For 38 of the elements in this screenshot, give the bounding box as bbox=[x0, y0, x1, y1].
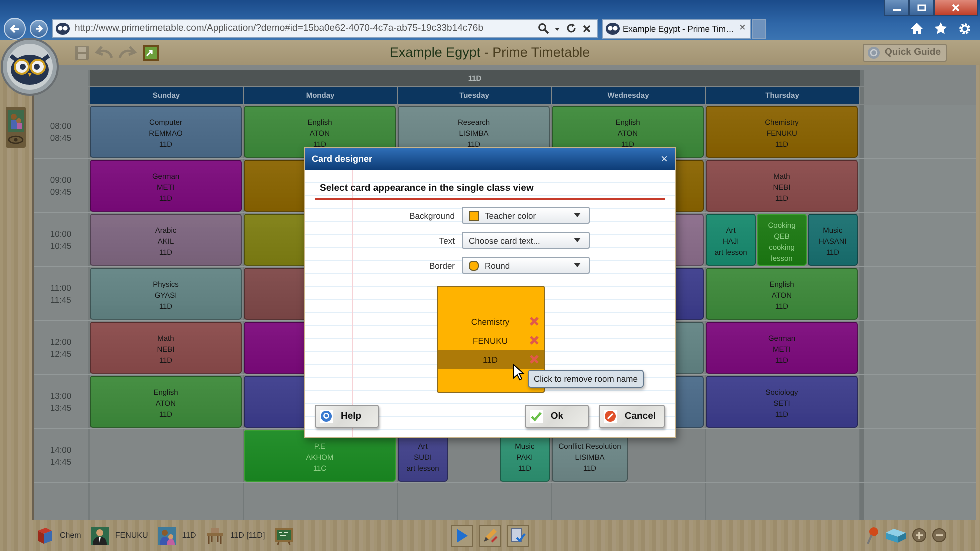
period-time: 12:00 12:45 bbox=[50, 336, 72, 360]
dropdown[interactable]: Teacher color bbox=[462, 207, 590, 224]
tab-title: Example Egypt - Prime Tim… bbox=[623, 24, 734, 34]
app-name: - Prime Timetable bbox=[484, 45, 590, 60]
url-text: http://www.primetimetable.com/Application/?demo#id=15ba0e62-4070-4c7a-ab75-19c33b14c76b bbox=[75, 23, 484, 34]
dropdown[interactable]: Round bbox=[462, 257, 590, 274]
subject-label: Chem bbox=[60, 531, 82, 540]
period-time: 11:00 11:45 bbox=[50, 282, 72, 306]
quick-guide-button[interactable]: Quick Guide bbox=[863, 44, 947, 62]
field-label: Background bbox=[408, 210, 456, 220]
field-label: Text bbox=[438, 236, 456, 246]
period-time: 10:00 10:45 bbox=[50, 228, 72, 252]
help-button[interactable]: Help bbox=[315, 405, 379, 428]
period-time: 14:00 14:45 bbox=[50, 444, 72, 468]
card-line[interactable]: Chemistry bbox=[438, 312, 544, 331]
address-bar[interactable]: http://www.primetimetable.com/Application/?demo#id=15ba0e62-4070-4c7a-ab75-19c33b14c76b bbox=[52, 19, 598, 38]
dropdown[interactable]: Choose card text... bbox=[462, 232, 590, 249]
card-line-text: Chemistry bbox=[470, 316, 511, 326]
browser-tab[interactable]: Example Egypt - Prime Tim… × bbox=[602, 18, 751, 38]
tab-close-button[interactable]: × bbox=[737, 23, 746, 34]
teacher-label: FENUKU bbox=[115, 531, 148, 540]
card-line[interactable]: FENUKU bbox=[438, 331, 544, 350]
timetable-name: Example Egypt bbox=[390, 45, 481, 60]
card-line-text: 11D bbox=[482, 354, 499, 364]
field-label: Border bbox=[428, 260, 456, 270]
cancel-button[interactable]: Cancel bbox=[598, 405, 665, 428]
dropdown-value: Round bbox=[485, 260, 512, 270]
dropdown-value: Choose card text... bbox=[469, 236, 542, 246]
period-time: 13:00 13:45 bbox=[50, 390, 72, 414]
card-line-text: FENUKU bbox=[472, 336, 509, 346]
dropdown-value: Teacher color bbox=[485, 210, 538, 220]
class-label: 11D bbox=[182, 531, 196, 540]
dialog-heading: Select card appearance in the single class view bbox=[315, 180, 665, 200]
period-time: 09:00 09:45 bbox=[50, 174, 72, 198]
room-label: 11D [11D] bbox=[230, 531, 266, 540]
ok-button[interactable]: Ok bbox=[524, 405, 589, 428]
tooltip: Click to remove room name bbox=[528, 370, 644, 388]
period-time: 08:00 08:45 bbox=[50, 120, 72, 144]
